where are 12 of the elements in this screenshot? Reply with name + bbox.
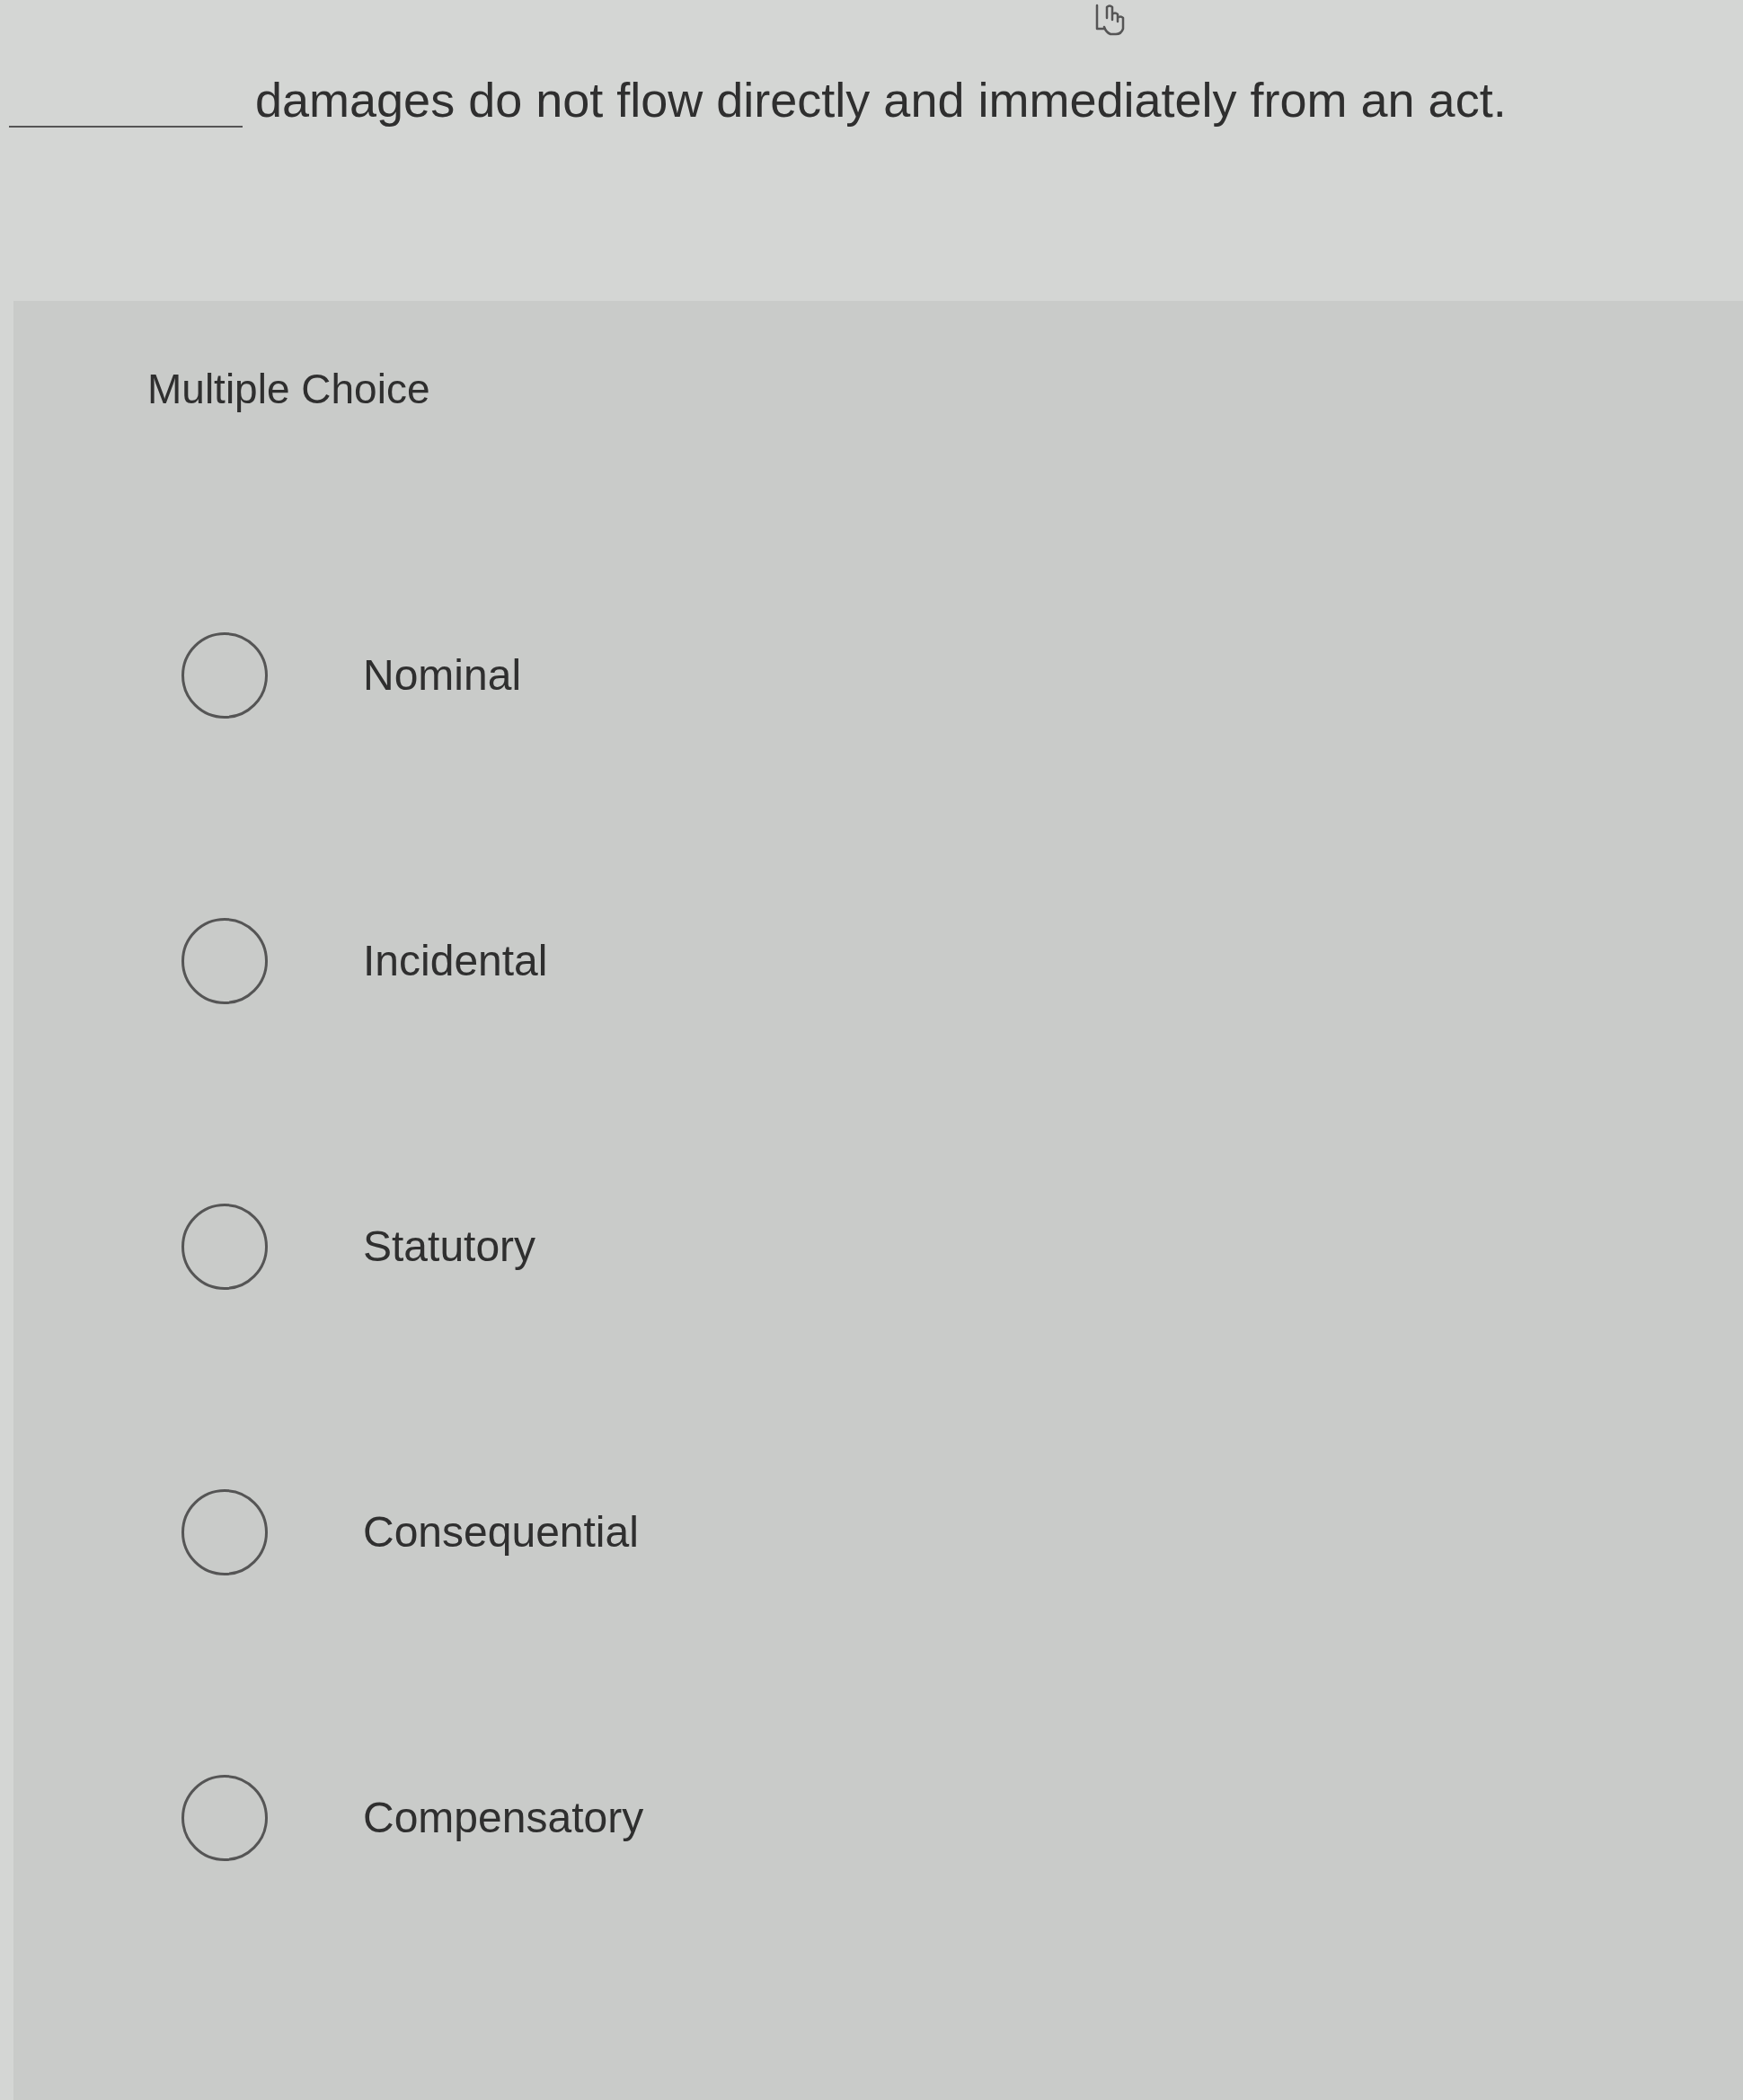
radio-button[interactable] [181, 632, 268, 719]
option-label[interactable]: Incidental [363, 936, 548, 986]
option-label[interactable]: Nominal [363, 650, 522, 701]
radio-button[interactable] [181, 918, 268, 1004]
question-text: damages do not flow directly and immediately from an act. [255, 72, 1507, 128]
radio-button[interactable] [181, 1204, 268, 1290]
radio-button[interactable] [181, 1775, 268, 1861]
option-label[interactable]: Consequential [363, 1507, 639, 1557]
option-label[interactable]: Statutory [363, 1222, 536, 1272]
question-type-label: Multiple Choice [147, 366, 430, 412]
option-label[interactable]: Compensatory [363, 1793, 644, 1843]
radio-button[interactable] [181, 1489, 268, 1575]
